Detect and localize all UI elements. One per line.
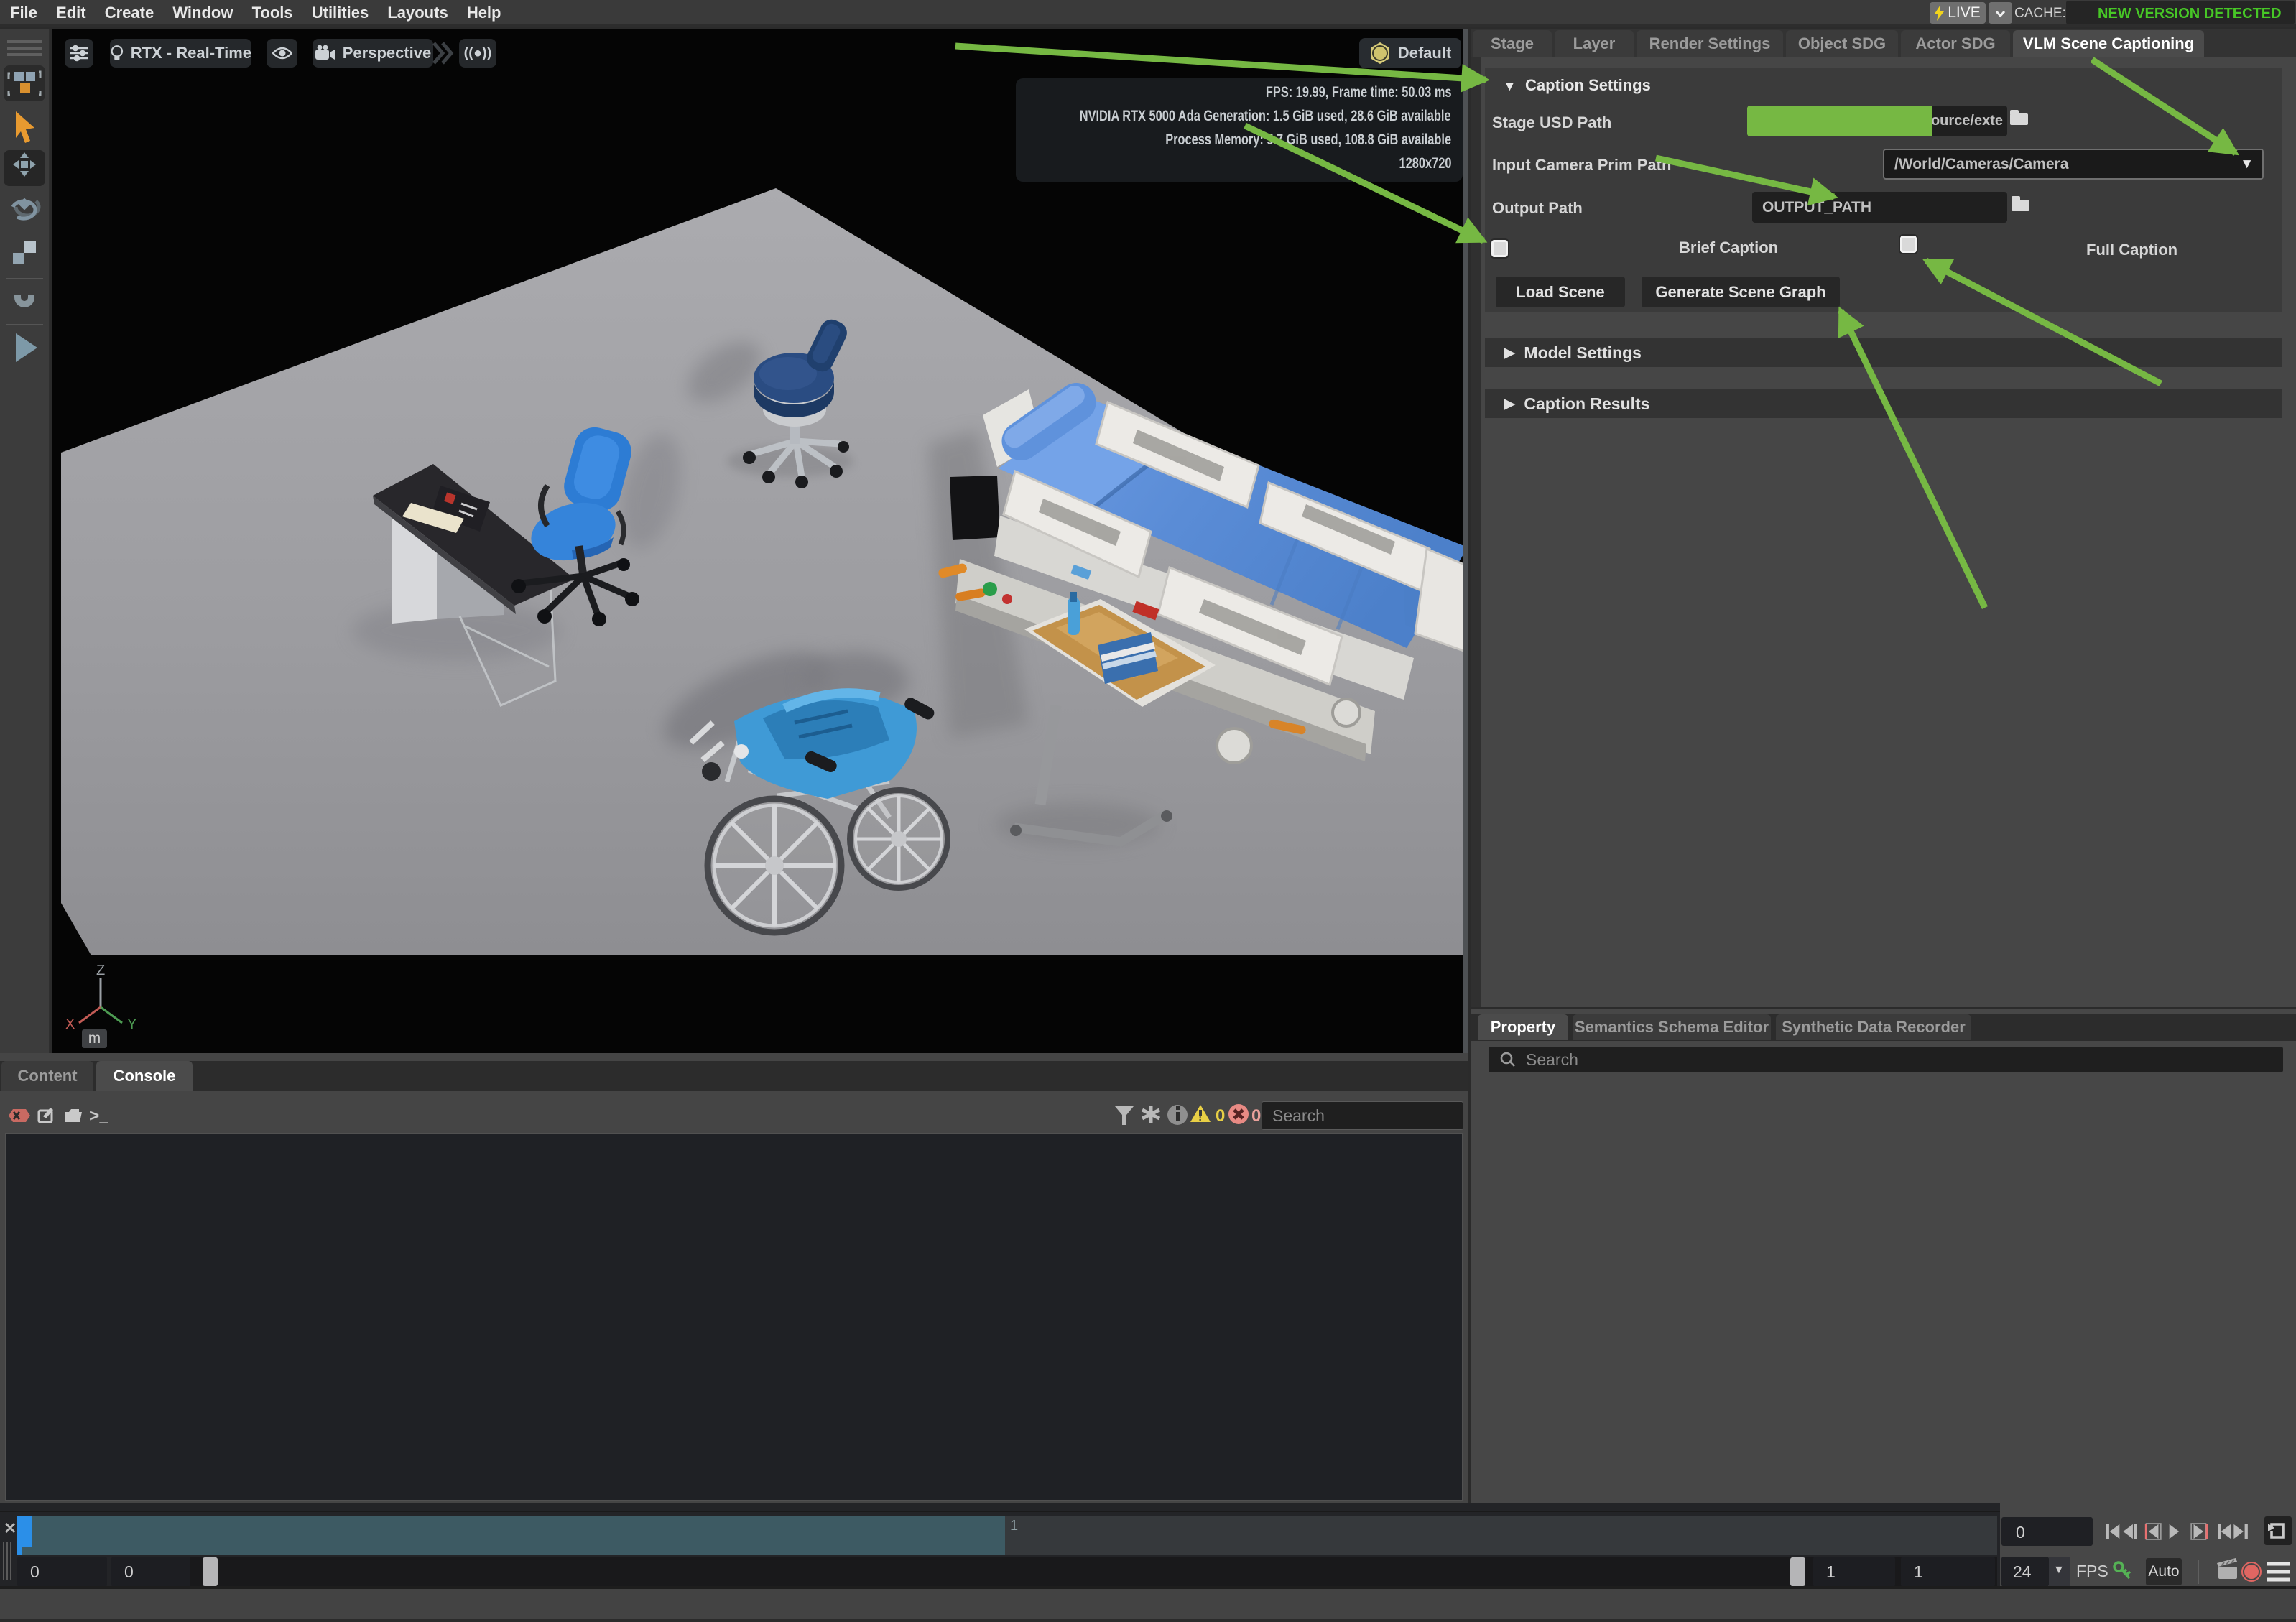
svg-text:0: 0 <box>1216 1106 1225 1126</box>
svg-text:0: 0 <box>1251 1106 1261 1126</box>
svg-text:!: ! <box>1198 1111 1202 1123</box>
svg-text:X: X <box>65 1016 75 1032</box>
svg-text:Y: Y <box>127 1016 136 1032</box>
svg-text:Z: Z <box>96 963 105 978</box>
svg-text:>_: >_ <box>89 1108 108 1127</box>
